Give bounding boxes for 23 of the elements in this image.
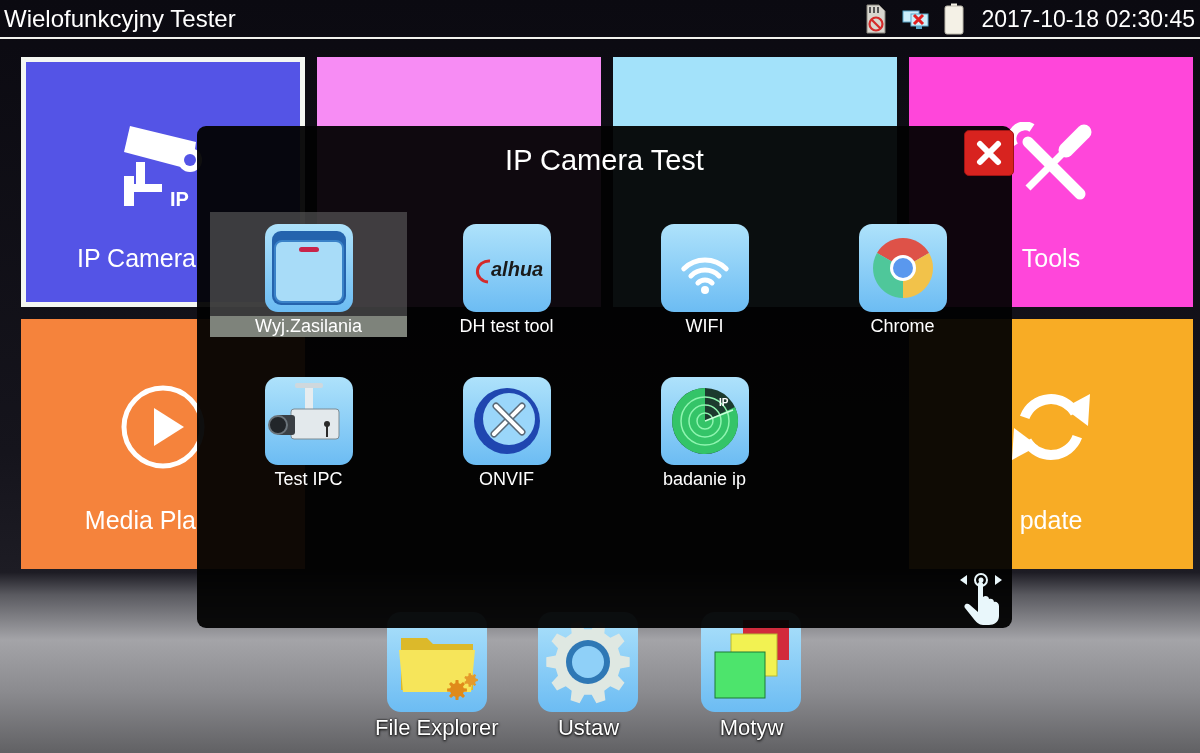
wifi-icon — [660, 224, 749, 312]
radar-icon — [660, 377, 749, 465]
icon-text: IP — [170, 188, 189, 208]
sd-card-icon — [864, 3, 887, 34]
dialog-title: IP Camera Test — [505, 143, 704, 178]
battery-icon — [944, 2, 965, 35]
icon-text: IP — [718, 397, 728, 408]
tools-icon — [462, 377, 551, 465]
app-button[interactable]: IP badanie ip — [606, 365, 803, 490]
clock-text: 2017-10-18 02:30:45 — [981, 4, 1195, 33]
touch-gesture-icon — [959, 572, 1003, 626]
monitor-icon — [902, 7, 931, 30]
app-button[interactable]: Wyj.Zasilania — [210, 212, 407, 337]
screen-title: Wielofunkcyjny Tester — [4, 4, 236, 33]
camera-icon — [264, 377, 353, 465]
close-button[interactable] — [964, 130, 1014, 176]
app-button[interactable]: alhua DH test tool — [408, 212, 605, 337]
arc-mark-icon — [475, 259, 490, 284]
switch-icon — [264, 224, 353, 312]
app-button[interactable]: ONVIF — [408, 365, 605, 490]
logo-text: alhua — [490, 258, 543, 280]
close-icon — [976, 140, 1002, 166]
app-button[interactable]: WIFI — [606, 212, 803, 337]
